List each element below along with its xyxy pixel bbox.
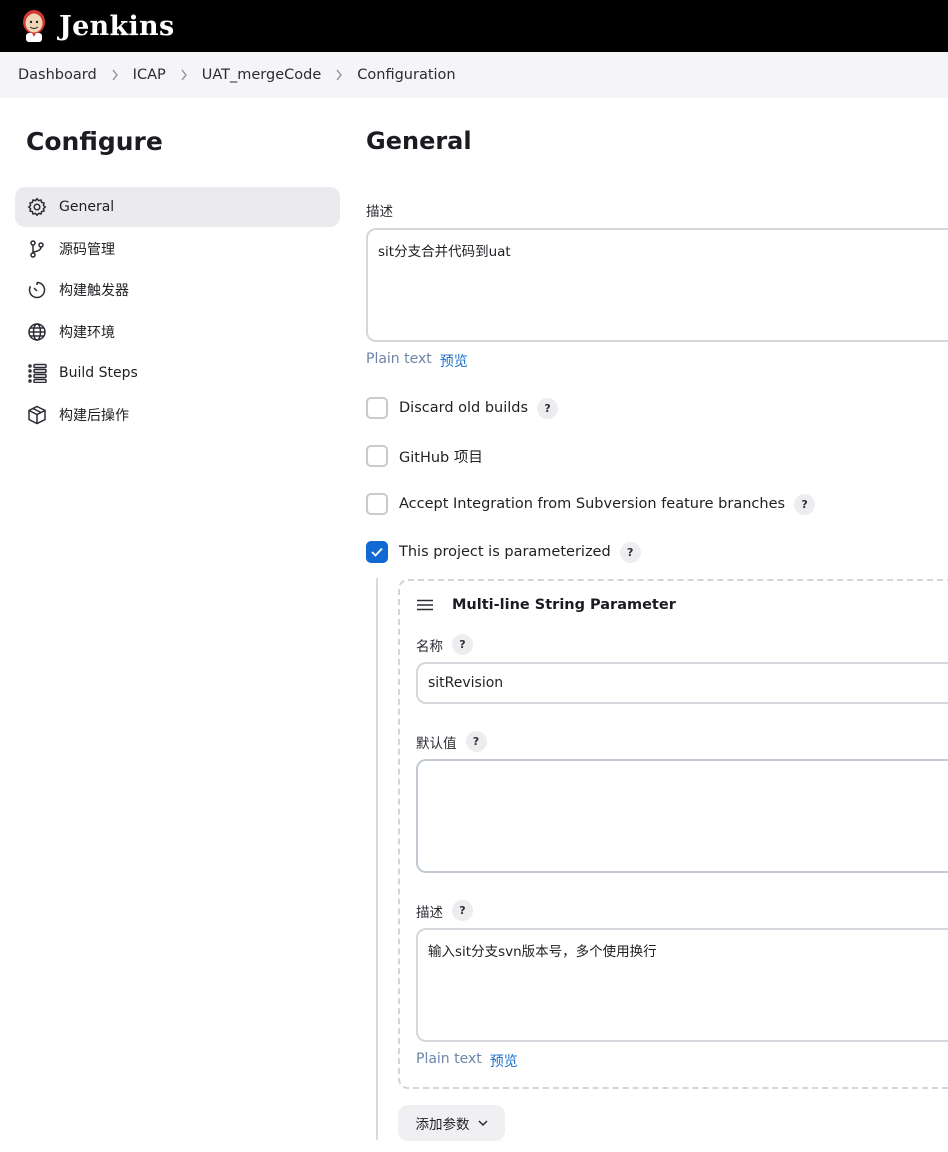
top-bar: Jenkins: [0, 0, 948, 52]
option-label: This project is parameterized: [399, 544, 611, 560]
sidebar-title: Configure: [26, 127, 163, 156]
jenkins-logo-icon[interactable]: [18, 9, 50, 43]
package-icon: [27, 405, 47, 425]
help-icon[interactable]: ?: [452, 634, 473, 655]
timer-icon: [27, 280, 47, 300]
parameter-rail: [376, 578, 378, 1140]
github-project-checkbox[interactable]: [366, 445, 388, 467]
add-parameter-label: 添加参数: [415, 1117, 470, 1133]
breadcrumb-job[interactable]: UAT_mergeCode: [202, 67, 322, 83]
branch-icon: [27, 239, 47, 259]
globe-icon: [27, 322, 47, 342]
checkmark-icon: [371, 547, 383, 557]
parameterized-checkbox[interactable]: [366, 541, 388, 563]
help-icon[interactable]: ?: [619, 541, 641, 563]
breadcrumb-icap[interactable]: ICAP: [133, 67, 166, 83]
sidebar-item-label: 源码管理: [59, 241, 115, 258]
chevron-right-icon: [166, 69, 202, 81]
breadcrumb-configuration[interactable]: Configuration: [357, 67, 455, 83]
drag-handle-icon[interactable]: [416, 596, 434, 614]
description-format-links: Plain text 预览: [366, 351, 468, 371]
sidebar-item-post-build[interactable]: 构建后操作: [15, 395, 340, 435]
sidebar-item-build-environment[interactable]: 构建环境: [15, 312, 340, 352]
sidebar-item-general[interactable]: General: [15, 187, 340, 227]
sidebar-item-source-control[interactable]: 源码管理: [15, 229, 340, 269]
discard-old-builds-checkbox[interactable]: [366, 397, 388, 419]
parameter-type-title: Multi-line String Parameter: [452, 597, 676, 613]
page-title: General: [366, 127, 472, 155]
sidebar-item-label: 构建触发器: [59, 283, 129, 300]
parameter-description-label: 描述 ?: [416, 900, 473, 921]
parameter-default-textarea[interactable]: [416, 759, 948, 873]
sidebar-item-label: 构建后操作: [59, 407, 129, 424]
parameter-description-textarea[interactable]: 输入sit分支svn版本号，多个使用换行: [416, 928, 948, 1042]
help-icon[interactable]: ?: [794, 493, 816, 515]
list-icon: [27, 363, 47, 384]
parameter-name-input[interactable]: sitRevision: [416, 662, 948, 704]
chevron-right-icon: [321, 69, 357, 81]
chevron-right-icon: [97, 69, 133, 81]
sidebar-item-build-steps[interactable]: Build Steps: [15, 353, 340, 393]
sidebar-item-label: Build Steps: [59, 365, 138, 382]
sidebar-nav: General 源码管理 构建触发器 构建环境 Build Steps 构建后操…: [15, 187, 340, 437]
help-icon[interactable]: ?: [465, 731, 487, 752]
option-parameterized[interactable]: This project is parameterized ?: [366, 541, 641, 563]
preview-link[interactable]: 预览: [490, 1051, 518, 1071]
sidebar-item-label: 构建环境: [59, 324, 115, 341]
parameter-format-links: Plain text 预览: [416, 1051, 518, 1071]
label-text: 描述: [416, 904, 443, 921]
plain-text-link[interactable]: Plain text: [366, 351, 432, 371]
help-icon[interactable]: ?: [452, 900, 473, 921]
option-label: Accept Integration from Subversion featu…: [399, 496, 786, 512]
label-text: 默认值: [416, 735, 457, 752]
brand-title[interactable]: Jenkins: [59, 11, 174, 42]
option-github-project[interactable]: GitHub 项目: [366, 445, 483, 467]
sidebar-item-build-triggers[interactable]: 构建触发器: [15, 270, 340, 310]
label-text: 名称: [416, 638, 443, 655]
chevron-down-icon: [477, 1119, 488, 1126]
help-icon[interactable]: ?: [537, 397, 559, 419]
description-textarea[interactable]: sit分支合并代码到uat: [366, 228, 948, 342]
parameter-header: Multi-line String Parameter: [416, 596, 676, 614]
add-parameter-button[interactable]: 添加参数: [398, 1105, 505, 1141]
preview-link[interactable]: 预览: [440, 351, 468, 371]
option-label: Discard old builds: [399, 400, 529, 416]
option-accept-integration[interactable]: Accept Integration from Subversion featu…: [366, 493, 816, 515]
parameter-default-label: 默认值 ?: [416, 731, 487, 752]
description-label: 描述: [366, 204, 393, 220]
gear-icon: [27, 197, 47, 217]
breadcrumb: Dashboard ICAP UAT_mergeCode Configurati…: [0, 52, 948, 98]
option-label: GitHub 项目: [399, 449, 483, 466]
option-discard-old-builds[interactable]: Discard old builds ?: [366, 397, 559, 419]
plain-text-link[interactable]: Plain text: [416, 1051, 482, 1071]
sidebar-item-label: General: [59, 199, 115, 215]
parameter-name-label: 名称 ?: [416, 634, 473, 655]
breadcrumb-dashboard[interactable]: Dashboard: [18, 67, 97, 83]
accept-integration-checkbox[interactable]: [366, 493, 388, 515]
